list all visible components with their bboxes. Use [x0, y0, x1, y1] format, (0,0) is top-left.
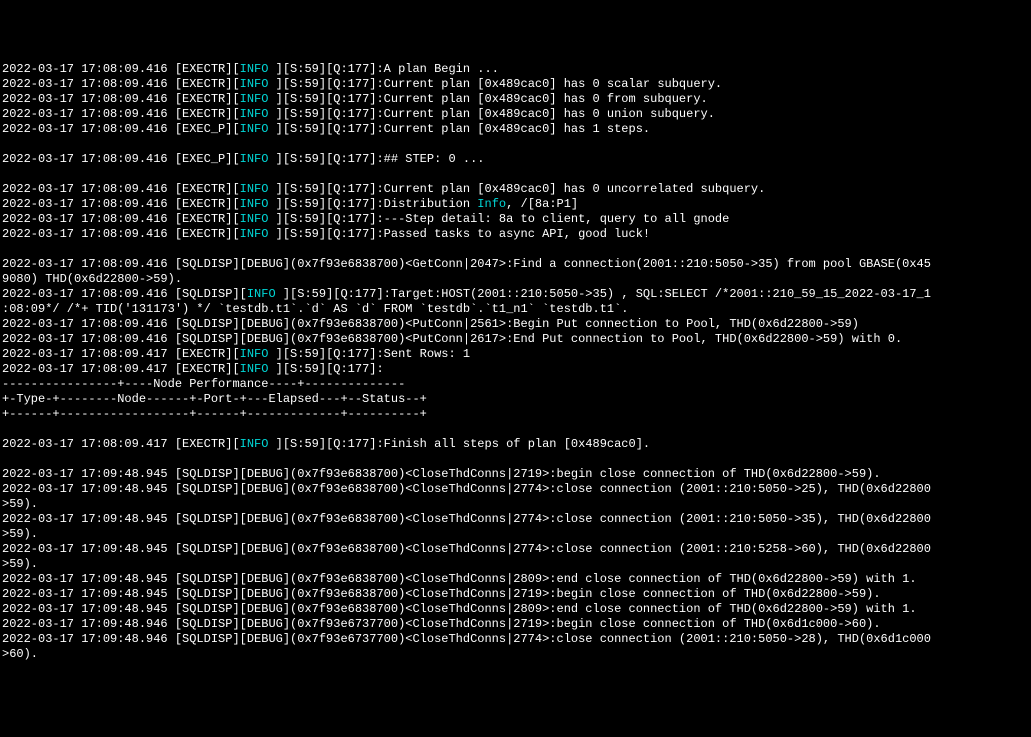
log-level: INFO — [240, 92, 269, 106]
log-line: >59). — [2, 497, 1029, 512]
log-line: 2022-03-17 17:08:09.416 [EXECTR][INFO ][… — [2, 227, 1029, 242]
log-line: 2022-03-17 17:08:09.417 [EXECTR][INFO ][… — [2, 362, 1029, 377]
log-line: 2022-03-17 17:09:48.945 [SQLDISP][DEBUG]… — [2, 467, 1029, 482]
log-line: 2022-03-17 17:08:09.416 [SQLDISP][DEBUG]… — [2, 332, 1029, 347]
log-line: 2022-03-17 17:09:48.945 [SQLDISP][DEBUG]… — [2, 482, 1029, 497]
log-line: 2022-03-17 17:08:09.416 [EXECTR][INFO ][… — [2, 107, 1029, 122]
log-line: 2022-03-17 17:09:48.945 [SQLDISP][DEBUG]… — [2, 602, 1029, 617]
log-line: ----------------+----Node Performance---… — [2, 377, 1029, 392]
log-level: INFO — [247, 287, 276, 301]
log-line: 2022-03-17 17:08:09.416 [SQLDISP][DEBUG]… — [2, 317, 1029, 332]
log-line: 2022-03-17 17:09:48.946 [SQLDISP][DEBUG]… — [2, 632, 1029, 647]
log-level: INFO — [240, 197, 269, 211]
log-line: >60). — [2, 647, 1029, 662]
log-level: INFO — [240, 182, 269, 196]
log-level: INFO — [240, 107, 269, 121]
terminal-output: 2022-03-17 17:08:09.416 [EXECTR][INFO ][… — [2, 62, 1029, 662]
log-line: >59). — [2, 557, 1029, 572]
log-level: INFO — [240, 437, 269, 451]
log-line — [2, 137, 1029, 152]
log-line: 2022-03-17 17:08:09.416 [EXECTR][INFO ][… — [2, 182, 1029, 197]
log-line: +------+------------------+------+------… — [2, 407, 1029, 422]
log-line: 2022-03-17 17:08:09.417 [EXECTR][INFO ][… — [2, 347, 1029, 362]
log-line: 2022-03-17 17:08:09.416 [EXECTR][INFO ][… — [2, 77, 1029, 92]
log-level: INFO — [240, 77, 269, 91]
log-line: 2022-03-17 17:09:48.945 [SQLDISP][DEBUG]… — [2, 572, 1029, 587]
log-line: 2022-03-17 17:09:48.945 [SQLDISP][DEBUG]… — [2, 587, 1029, 602]
log-line — [2, 452, 1029, 467]
log-line: 2022-03-17 17:08:09.416 [EXECTR][INFO ][… — [2, 92, 1029, 107]
log-line: 2022-03-17 17:08:09.417 [EXECTR][INFO ][… — [2, 437, 1029, 452]
log-level: INFO — [240, 362, 269, 376]
log-line: +-Type-+--------Node------+-Port-+---Ela… — [2, 392, 1029, 407]
log-level: INFO — [240, 212, 269, 226]
log-line: 2022-03-17 17:09:48.946 [SQLDISP][DEBUG]… — [2, 617, 1029, 632]
log-line: >59). — [2, 527, 1029, 542]
log-line: :08:09*/ /*+ TID('131173') */ `testdb.t1… — [2, 302, 1029, 317]
log-line — [2, 242, 1029, 257]
log-line: 2022-03-17 17:09:48.945 [SQLDISP][DEBUG]… — [2, 512, 1029, 527]
log-level: INFO — [240, 347, 269, 361]
log-line: 2022-03-17 17:08:09.416 [SQLDISP][INFO ]… — [2, 287, 1029, 302]
log-level: INFO — [240, 227, 269, 241]
log-line: 2022-03-17 17:08:09.416 [EXECTR][INFO ][… — [2, 212, 1029, 227]
log-level: INFO — [240, 122, 269, 136]
log-line — [2, 167, 1029, 182]
log-level: INFO — [240, 152, 269, 166]
log-line: 2022-03-17 17:08:09.416 [EXECTR][INFO ][… — [2, 62, 1029, 77]
log-level: INFO — [240, 62, 269, 76]
log-line: 2022-03-17 17:08:09.416 [EXEC_P][INFO ][… — [2, 152, 1029, 167]
log-line — [2, 422, 1029, 437]
log-line: 2022-03-17 17:08:09.416 [EXECTR][INFO ][… — [2, 197, 1029, 212]
log-line: 2022-03-17 17:08:09.416 [SQLDISP][DEBUG]… — [2, 257, 1029, 272]
log-line: 2022-03-17 17:09:48.945 [SQLDISP][DEBUG]… — [2, 542, 1029, 557]
log-line: 9080) THD(0x6d22800->59). — [2, 272, 1029, 287]
log-line: 2022-03-17 17:08:09.416 [EXEC_P][INFO ][… — [2, 122, 1029, 137]
